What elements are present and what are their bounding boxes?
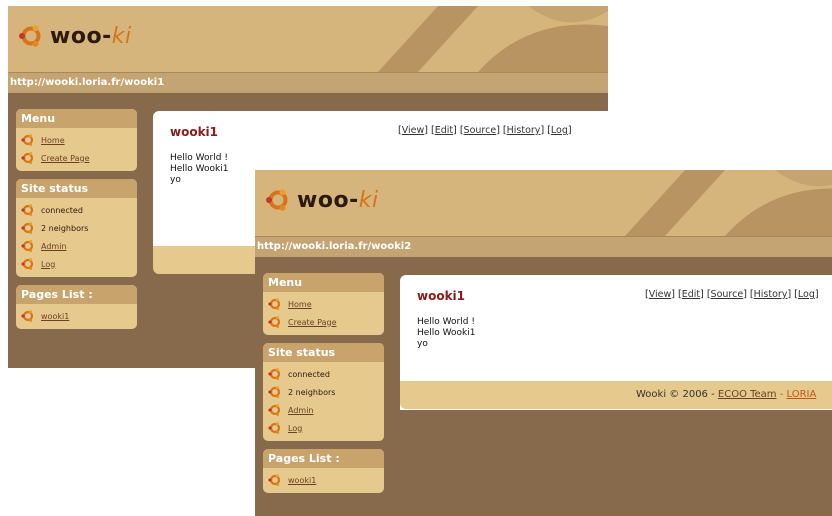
menu-item-home[interactable]: Home: [263, 295, 384, 313]
site-url: http://wooki.loria.fr/wooki2: [255, 236, 832, 257]
page-body: Hello World ! Hello Wooki1 yo: [170, 153, 229, 186]
ubuntu-logo-icon: [18, 23, 41, 49]
status-log-link[interactable]: Log: [16, 255, 137, 273]
page-footer: Wooki © 2006 - ECOO Team - LORIA: [400, 381, 832, 409]
pages-list-title: Pages List :: [16, 285, 137, 304]
footer-separator: -: [776, 389, 787, 400]
menu-box: Menu Home Create Page: [16, 109, 137, 171]
ubuntu-bullet-icon: [268, 298, 281, 310]
menu-title: Menu: [16, 109, 137, 128]
status-label: connected: [288, 369, 330, 379]
ubuntu-bullet-icon: [268, 422, 281, 434]
status-connected: connected: [16, 201, 137, 219]
logo-suffix: ki: [358, 187, 379, 213]
ubuntu-bullet-icon: [21, 310, 34, 322]
site-banner: woo-ki: [8, 6, 608, 72]
status-link-label[interactable]: Admin: [288, 406, 314, 415]
ubuntu-bullet-icon: [21, 204, 34, 216]
status-link-label[interactable]: Log: [41, 260, 55, 269]
pages-list-title: Pages List :: [263, 449, 384, 468]
body-line: Hello Wooki1: [170, 164, 229, 174]
status-link-label[interactable]: Log: [288, 424, 302, 433]
body-line: yo: [170, 175, 181, 185]
logo-hyphen: -: [349, 187, 359, 213]
ubuntu-bullet-icon: [21, 222, 34, 234]
page-title: wooki1: [417, 289, 466, 303]
source-link[interactable]: Source: [711, 289, 744, 300]
site-status-title: Site status: [16, 179, 137, 198]
edit-link[interactable]: Edit: [682, 289, 700, 300]
page-actions: [View] [Edit] [Source] [History] [Log]: [398, 125, 572, 136]
menu-item-create-page[interactable]: Create Page: [263, 313, 384, 331]
body-line: yo: [417, 339, 428, 349]
wooki2-window: woo-ki http://wooki.loria.fr/wooki2 Menu…: [255, 170, 832, 516]
log-link[interactable]: Log: [551, 125, 568, 136]
status-log-link[interactable]: Log: [263, 419, 384, 437]
menu-item-label[interactable]: Create Page: [41, 154, 90, 163]
menu-box: Menu Home Create Page: [263, 273, 384, 335]
body-line: Hello World !: [170, 153, 228, 163]
status-admin-link[interactable]: Admin: [263, 401, 384, 419]
log-link[interactable]: Log: [798, 289, 815, 300]
ubuntu-bullet-icon: [268, 368, 281, 380]
view-link[interactable]: View: [402, 125, 425, 136]
ubuntu-bullet-icon: [268, 386, 281, 398]
status-label: 2 neighbors: [288, 387, 336, 397]
edit-link[interactable]: Edit: [435, 125, 453, 136]
sidebar: Menu Home Create Page Site status connec…: [263, 273, 384, 501]
page-title: wooki1: [170, 125, 219, 139]
view-link[interactable]: View: [649, 289, 672, 300]
page-body: Hello World ! Hello Wooki1 yo: [417, 317, 476, 350]
site-url: http://wooki.loria.fr/wooki1: [8, 72, 608, 93]
body-line: Hello World !: [417, 317, 475, 327]
ubuntu-bullet-icon: [268, 474, 281, 486]
status-neighbors: 2 neighbors: [16, 219, 137, 237]
footer-text: Wooki © 2006 - ECOO Team - LORIA: [636, 389, 816, 400]
history-link[interactable]: History: [754, 289, 788, 300]
pages-list-box: Pages List : wooki1: [16, 285, 137, 329]
pages-list-box: Pages List : wooki1: [263, 449, 384, 493]
ubuntu-bullet-icon: [21, 152, 34, 164]
site-logo[interactable]: woo-ki: [265, 187, 379, 213]
logo-hyphen: -: [102, 23, 112, 49]
status-neighbors: 2 neighbors: [263, 383, 384, 401]
site-status-box: Site status connected 2 neighbors Admin …: [16, 179, 137, 277]
site-logo[interactable]: woo-ki: [18, 23, 132, 49]
menu-item-home[interactable]: Home: [16, 131, 137, 149]
ubuntu-bullet-icon: [21, 134, 34, 146]
menu-item-label[interactable]: Home: [41, 136, 65, 145]
ubuntu-bullet-icon: [268, 316, 281, 328]
site-status-box: Site status connected 2 neighbors Admin …: [263, 343, 384, 441]
history-link[interactable]: History: [507, 125, 541, 136]
page-link-wooki1[interactable]: wooki1: [16, 307, 137, 325]
body-line: Hello Wooki1: [417, 328, 476, 338]
menu-item-label[interactable]: Create Page: [288, 318, 337, 327]
status-link-label[interactable]: Admin: [41, 242, 67, 251]
menu-item-label[interactable]: Home: [288, 300, 312, 309]
page-link-wooki1[interactable]: wooki1: [263, 471, 384, 489]
ubuntu-bullet-icon: [268, 404, 281, 416]
logo-prefix: woo: [50, 23, 103, 49]
status-connected: connected: [263, 365, 384, 383]
site-status-title: Site status: [263, 343, 384, 362]
logo-prefix: woo: [297, 187, 350, 213]
ubuntu-logo-icon: [265, 187, 288, 213]
menu-title: Menu: [263, 273, 384, 292]
logo-suffix: ki: [111, 23, 132, 49]
ubuntu-bullet-icon: [21, 240, 34, 252]
ubuntu-bullet-icon: [21, 258, 34, 270]
source-link[interactable]: Source: [464, 125, 497, 136]
page-link-label[interactable]: wooki1: [288, 476, 316, 485]
ecoo-team-link[interactable]: ECOO Team: [718, 389, 777, 400]
status-admin-link[interactable]: Admin: [16, 237, 137, 255]
page-link-label[interactable]: wooki1: [41, 312, 69, 321]
page-actions: [View] [Edit] [Source] [History] [Log]: [645, 289, 819, 300]
site-banner: woo-ki: [255, 170, 832, 236]
menu-item-create-page[interactable]: Create Page: [16, 149, 137, 167]
status-label: connected: [41, 205, 83, 215]
sidebar: Menu Home Create Page Site status connec…: [16, 109, 137, 337]
footer-copyright: Wooki © 2006 -: [636, 389, 718, 400]
status-label: 2 neighbors: [41, 223, 89, 233]
loria-link[interactable]: LORIA: [787, 389, 817, 400]
